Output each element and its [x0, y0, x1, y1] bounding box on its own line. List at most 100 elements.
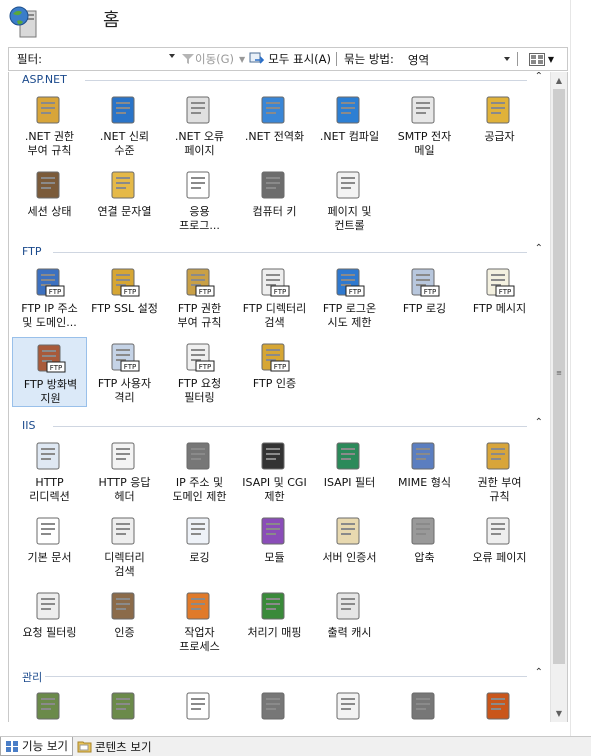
feature-tile[interactable]: 로깅 — [162, 511, 237, 581]
authentication-icon — [111, 592, 135, 620]
feature-tile[interactable]: 공급자 — [462, 90, 537, 160]
collapse-icon[interactable]: ⌃ — [535, 72, 543, 82]
filter-input[interactable] — [45, 49, 177, 69]
chevron-down-icon[interactable] — [503, 57, 510, 61]
feature-tile[interactable]: .NET 신뢰 수준 — [87, 90, 162, 160]
feature-tile[interactable]: 인증 — [87, 586, 162, 656]
feature-label: 권한 부여 규칙 — [477, 476, 522, 503]
feature-tile[interactable]: FTP FTP 방화벽 지원 — [12, 337, 87, 407]
feature-tile[interactable]: 연결 문자열 — [87, 165, 162, 235]
chevron-down-icon[interactable] — [169, 54, 175, 58]
feature-tile[interactable]: 권한 부여 규칙 — [462, 436, 537, 506]
feature-label: 처리기 매핑 — [247, 626, 302, 639]
feature-tile[interactable] — [162, 686, 237, 722]
feature-tile[interactable]: 디렉터리 검색 — [87, 511, 162, 581]
section-header[interactable]: 관리 ⌃ — [9, 667, 549, 684]
section-header[interactable]: IIS ⌃ — [9, 417, 549, 434]
feature-tile[interactable]: 기본 문서 — [12, 511, 87, 581]
feature-tile[interactable]: FTP FTP 디렉터리 검색 — [237, 262, 312, 332]
scroll-up-icon[interactable]: ▲ — [551, 72, 567, 89]
svg-text:FTP: FTP — [50, 364, 62, 372]
feature-tile[interactable]: 작업자 프로세스 — [162, 586, 237, 656]
section-title: FTP — [22, 245, 42, 258]
feature-tile[interactable]: FTP FTP 요청 필터링 — [162, 337, 237, 407]
group-by-select[interactable]: 영역 — [400, 49, 512, 69]
feature-delegation-icon — [411, 692, 435, 720]
feature-tile[interactable] — [87, 686, 162, 722]
scrollbar-thumb[interactable]: ≡ — [553, 89, 565, 664]
feature-tile[interactable]: .NET 오류 페이지 — [162, 90, 237, 160]
feature-label: 세션 상태 — [27, 205, 72, 218]
feature-tile[interactable]: 컴퓨터 키 — [237, 165, 312, 235]
feature-tile[interactable] — [387, 686, 462, 722]
http-redirect-icon — [36, 442, 60, 470]
feature-tile[interactable]: 요청 필터링 — [12, 586, 87, 656]
feature-tile[interactable]: MIME 형식 — [387, 436, 462, 506]
ftp-authentication-icon: FTP — [261, 343, 290, 372]
feature-tile[interactable]: 처리기 매핑 — [237, 586, 312, 656]
go-button[interactable]: 이동(G) ▼ — [181, 51, 245, 67]
filter-combobox[interactable] — [45, 49, 177, 69]
feature-tile[interactable]: FTP FTP 로깅 — [387, 262, 462, 332]
section-divider — [85, 80, 527, 81]
feature-tile[interactable]: .NET 전역화 — [237, 90, 312, 160]
feature-tile[interactable]: 페이지 및 컨트롤 — [312, 165, 387, 235]
feature-tile[interactable]: 모듈 — [237, 511, 312, 581]
feature-tile[interactable]: 출력 캐시 — [312, 586, 387, 656]
feature-tile[interactable]: HTTP 응답 헤더 — [87, 436, 162, 506]
connection-strings-icon — [111, 171, 135, 199]
feature-tile[interactable]: FTP FTP 사용자 격리 — [87, 337, 162, 407]
feature-tile[interactable]: 응용 프로그... — [162, 165, 237, 235]
feature-tile[interactable]: FTP FTP SSL 설정 — [87, 262, 162, 332]
scroll-down-icon[interactable]: ▼ — [551, 705, 567, 722]
iis-manager-users-icon — [111, 692, 135, 720]
output-caching-icon — [336, 592, 360, 620]
collapse-icon[interactable]: ⌃ — [535, 417, 543, 428]
tab-features-view[interactable]: 기능 보기 — [0, 737, 73, 756]
tab-content-view[interactable]: 콘텐츠 보기 — [73, 737, 156, 756]
app-settings-icon — [186, 171, 210, 199]
feature-tile[interactable] — [462, 686, 537, 722]
feature-tile[interactable]: ISAPI 필터 — [312, 436, 387, 506]
vertical-scrollbar[interactable]: ▲ ≡ ▼ — [550, 72, 567, 722]
providers-icon — [486, 96, 510, 124]
shared-configuration-icon — [261, 692, 285, 720]
section-header[interactable]: FTP ⌃ — [9, 243, 549, 260]
view-tabs: 기능 보기 콘텐츠 보기 — [0, 736, 591, 756]
configuration-editor-icon — [336, 692, 360, 720]
feature-tile[interactable]: .NET 권한 부여 규칙 — [12, 90, 87, 160]
collapse-icon[interactable]: ⌃ — [535, 667, 543, 678]
feature-tile[interactable]: ISAPI 및 CGI 제한 — [237, 436, 312, 506]
feature-label: IP 주소 및 도메인 제한 — [172, 476, 227, 503]
ftp-ssl-icon: FTP — [111, 268, 140, 297]
feature-tile[interactable]: IP 주소 및 도메인 제한 — [162, 436, 237, 506]
feature-tile[interactable]: FTP FTP 로그온 시도 제한 — [312, 262, 387, 332]
feature-label: FTP 요청 필터링 — [177, 377, 222, 404]
show-all-button[interactable]: 모두 표시(A) — [249, 51, 331, 67]
view-mode-button[interactable]: ▼ — [528, 52, 554, 66]
pages-controls-icon — [336, 171, 360, 199]
feature-tile[interactable] — [237, 686, 312, 722]
feature-tile[interactable]: SMTP 전자 메일 — [387, 90, 462, 160]
feature-tile[interactable]: 오류 페이지 — [462, 511, 537, 581]
feature-tile[interactable]: 압축 — [387, 511, 462, 581]
collapse-icon[interactable]: ⌃ — [535, 243, 543, 254]
chevron-down-icon[interactable]: ▼ — [239, 55, 245, 64]
feature-tile[interactable]: FTP FTP IP 주소 및 도메인... — [12, 262, 87, 332]
feature-tile[interactable]: 서버 인증서 — [312, 511, 387, 581]
feature-tile[interactable] — [312, 686, 387, 722]
feature-label: ISAPI 필터 — [323, 476, 376, 489]
feature-tile[interactable]: .NET 컴파일 — [312, 90, 387, 160]
http-response-headers-icon — [111, 442, 135, 470]
feature-tile[interactable]: FTP FTP 권한 부여 규칙 — [162, 262, 237, 332]
section-header[interactable]: ASP.NET ⌃ — [9, 72, 549, 88]
feature-tile[interactable]: FTP FTP 인증 — [237, 337, 312, 407]
svg-text:FTP: FTP — [199, 363, 211, 371]
feature-tile[interactable]: 세션 상태 — [12, 165, 87, 235]
chevron-down-icon[interactable]: ▼ — [548, 55, 554, 64]
feature-tile[interactable] — [12, 686, 87, 722]
tiles-view-icon — [528, 52, 545, 66]
feature-tile[interactable]: FTP FTP 메시지 — [462, 262, 537, 332]
svg-text:FTP: FTP — [124, 288, 136, 296]
feature-tile[interactable]: HTTP 리디렉션 — [12, 436, 87, 506]
